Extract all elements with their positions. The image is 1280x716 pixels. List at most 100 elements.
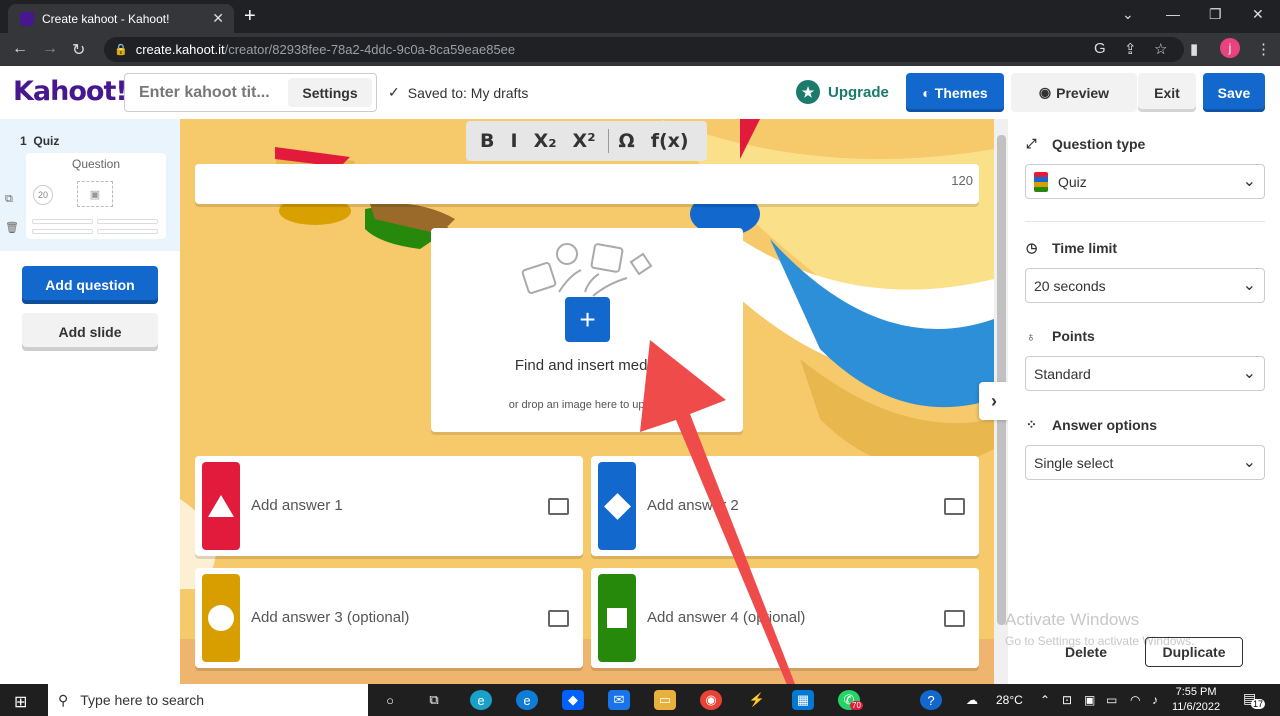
dropbox-icon[interactable]: ◆ (562, 690, 584, 710)
delete-slide-icon[interactable]: 🗑 (5, 221, 19, 234)
taskbar-clock[interactable]: 7:55 PM 11/6/2022 (1172, 685, 1220, 715)
mail-icon[interactable]: ✉ (608, 690, 630, 710)
italic-button[interactable]: I (510, 130, 517, 152)
answer-3-field[interactable]: Add answer 3 (optional) (195, 568, 583, 668)
thumb-question-label: Question (71, 157, 121, 171)
save-button[interactable]: Save (1203, 73, 1265, 112)
add-slide-button[interactable]: Add slide (22, 313, 158, 351)
answer-image-icon[interactable] (548, 610, 569, 627)
kahoot-logo[interactable]: Kahoot! (13, 76, 128, 107)
time-limit-heading: ◷ Time limit (1026, 240, 1117, 256)
insert-media-button[interactable]: + (565, 297, 610, 342)
exit-button[interactable]: Exit (1138, 73, 1196, 112)
answer-1-field[interactable]: Add answer 1 (195, 456, 583, 556)
answer-2-shape (598, 462, 636, 550)
volume-icon[interactable]: ♪ (1152, 693, 1158, 707)
file-explorer-icon[interactable]: ▭ (654, 690, 676, 710)
windows-taskbar: ⊞ ⚲ Type here to search ○ ⧉ e e ◆ ✉ ▭ ◉ … (0, 684, 1280, 716)
bold-button[interactable]: B (480, 130, 494, 152)
answer-image-icon[interactable] (548, 498, 569, 515)
collapse-panel-chevron-icon[interactable]: › (979, 382, 1009, 420)
equation-button[interactable]: f(x) (651, 130, 689, 152)
app-icon[interactable]: ⚡ (746, 690, 768, 710)
media-upload-area[interactable]: + Find and insert media or drop an image… (431, 228, 743, 432)
upgrade-button[interactable]: ★ Upgrade (796, 80, 889, 104)
delete-button[interactable]: Delete (1058, 637, 1114, 667)
answer-image-icon[interactable] (944, 610, 965, 627)
display-icon[interactable]: ▣ (1084, 693, 1095, 707)
answer-options-select[interactable]: Single select ⌄ (1025, 445, 1265, 480)
help-icon[interactable]: ? (920, 690, 942, 710)
profile-avatar[interactable]: j (1220, 38, 1240, 58)
google-icon[interactable]: G (1094, 40, 1106, 57)
points-select[interactable]: Standard ⌄ (1025, 356, 1265, 391)
chrome-icon[interactable]: ◉ (700, 690, 722, 710)
forward-icon[interactable]: → (42, 40, 58, 58)
url-host: create.kahoot.it (135, 42, 225, 57)
windows-start-icon[interactable]: ⊞ (14, 692, 27, 712)
superscript-button[interactable]: X² (573, 130, 596, 152)
duplicate-slide-icon[interactable]: ⧉ (5, 193, 13, 206)
question-type-value: Quiz (1058, 173, 1087, 190)
wifi-icon[interactable]: ◠ (1130, 693, 1140, 707)
task-view-icon[interactable]: ⧉ (423, 690, 445, 710)
chevron-down-icon: ⌄ (1242, 173, 1256, 190)
time-limit-select[interactable]: 20 seconds ⌄ (1025, 268, 1265, 303)
chevron-down-icon: ⌄ (1242, 365, 1256, 382)
format-toolbar: B I X₂ X² Ω f(x) (466, 121, 707, 161)
battery-icon[interactable]: ▭ (1106, 693, 1117, 707)
settings-button[interactable]: Settings (288, 78, 372, 107)
duplicate-button[interactable]: Duplicate (1145, 637, 1243, 667)
answer-options-label: Answer options (1052, 417, 1158, 433)
subscript-button[interactable]: X₂ (534, 130, 557, 152)
answer-4-field[interactable]: Add answer 4 (optional) (591, 568, 979, 668)
answer-2-label: Add answer 2 (647, 497, 739, 514)
browser-tab[interactable]: Create kahoot - Kahoot! ✕ (8, 4, 234, 33)
cortana-icon[interactable]: ○ (379, 690, 401, 710)
tab-close-icon[interactable]: ✕ (212, 10, 224, 27)
media-illustration-icon (521, 243, 653, 297)
maximize-icon[interactable]: ❐ (1209, 6, 1222, 23)
tray-chevron-icon[interactable]: ⌃ (1040, 693, 1050, 707)
question-settings-panel: ⤢ Question type Quiz ⌄ ◷ Time limit 20 s… (1008, 119, 1280, 684)
chrome-menu-icon[interactable]: ⋮ (1256, 40, 1271, 58)
edge-icon[interactable]: e (516, 690, 538, 710)
share-icon[interactable]: ⇪ (1124, 40, 1137, 58)
store-icon[interactable]: ▦ (792, 690, 814, 710)
reload-icon[interactable]: ↻ (72, 40, 85, 60)
tab-search-icon[interactable]: ⌄ (1122, 6, 1134, 23)
diamond-icon (603, 492, 631, 520)
back-icon[interactable]: ← (12, 40, 28, 58)
slide-item-1[interactable]: 1 Quiz ⧉ 🗑 Question 20 ▣ (0, 119, 180, 251)
minimize-icon[interactable]: — (1166, 6, 1180, 22)
window-close-icon[interactable]: ✕ (1252, 6, 1264, 23)
network-icon[interactable]: ⊡ (1062, 693, 1072, 707)
special-char-button[interactable]: Ω (619, 130, 635, 152)
answer-2-field[interactable]: Add answer 2 (591, 456, 979, 556)
saved-status: ✓ Saved to: My drafts (388, 84, 528, 101)
themes-button[interactable]: ◐ Themes (906, 73, 1004, 112)
address-bar[interactable]: 🔒 create.kahoot.it/creator/82938fee-78a2… (104, 37, 1184, 62)
kahoot-title-input[interactable] (139, 83, 289, 102)
add-question-button[interactable]: Add question (22, 266, 158, 304)
question-type-select[interactable]: Quiz ⌄ (1025, 164, 1265, 199)
thumb-timer: 20 (33, 185, 53, 205)
whatsapp-badge: 70 (850, 701, 863, 710)
chevron-down-icon: ⌄ (1242, 454, 1256, 471)
notification-center-icon[interactable]: ▤ 17 (1243, 690, 1266, 710)
browser-app-icon[interactable]: e (470, 690, 492, 710)
weather-icon[interactable]: ☁ (966, 693, 978, 707)
scrollbar-thumb[interactable] (997, 135, 1006, 625)
bookmark-star-icon[interactable]: ☆ (1154, 40, 1167, 58)
taskbar-search-box[interactable]: ⚲ Type here to search (48, 684, 368, 716)
slide-thumbnail[interactable]: Question 20 ▣ (26, 153, 166, 239)
question-input[interactable]: 120 (195, 164, 979, 204)
new-tab-icon[interactable]: + (244, 5, 256, 28)
time-limit-label: Time limit (1052, 240, 1118, 256)
check-icon: ✓ (388, 84, 400, 100)
sidepanel-icon[interactable]: ▮ (1190, 40, 1198, 58)
preview-button[interactable]: ◉ Preview (1011, 73, 1137, 112)
answer-3-shape (202, 574, 240, 662)
answer-image-icon[interactable] (944, 498, 965, 515)
thumb-image-icon: ▣ (77, 181, 113, 207)
